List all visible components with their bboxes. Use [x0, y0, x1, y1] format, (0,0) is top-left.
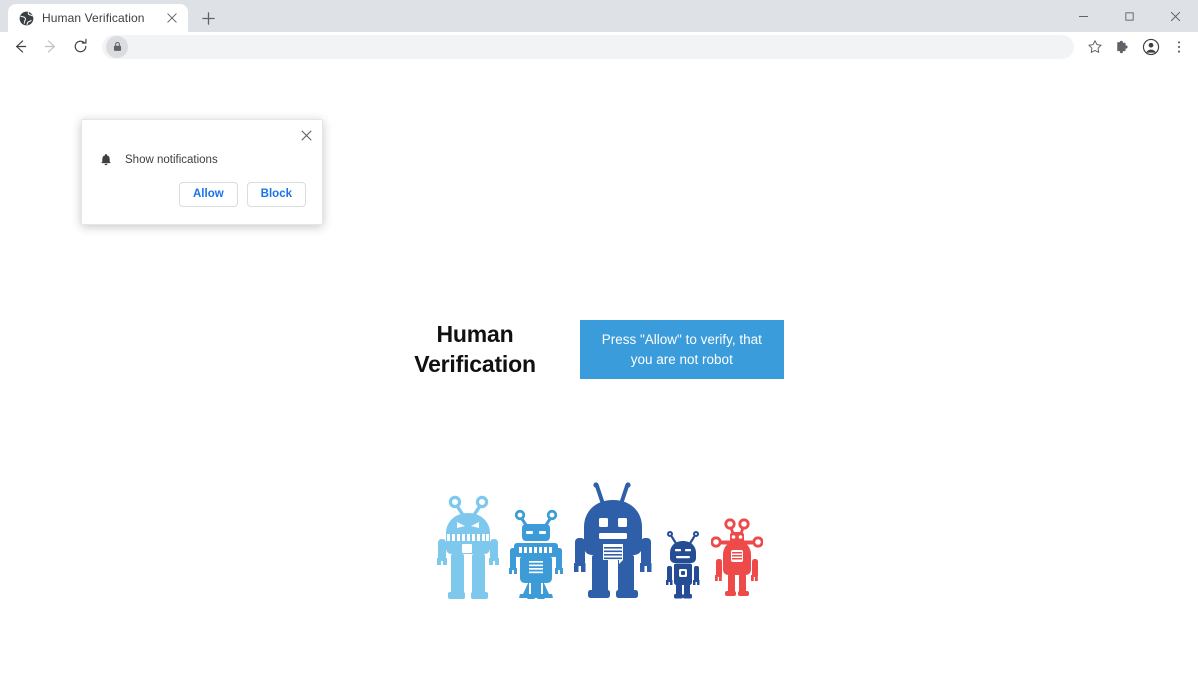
three-dot-menu-icon [1171, 39, 1187, 55]
lock-icon [112, 41, 123, 52]
arrow-right-icon [42, 38, 59, 55]
page-content: Human Verification Press "Allow" to veri… [0, 62, 1198, 697]
bookmark-button[interactable] [1082, 34, 1108, 60]
profile-button[interactable] [1138, 34, 1164, 60]
forward-button[interactable] [36, 33, 64, 61]
globe-icon [18, 10, 34, 26]
arrow-left-icon [12, 38, 29, 55]
plus-icon [202, 12, 215, 25]
puzzle-icon [1115, 39, 1131, 55]
close-window-button[interactable] [1152, 0, 1198, 32]
block-button[interactable]: Block [247, 182, 306, 207]
permission-message-text: Show notifications [125, 154, 218, 166]
new-tab-button[interactable] [194, 4, 222, 32]
verify-allow-cta-button[interactable]: Press "Allow" to verify, that you are no… [580, 320, 784, 379]
browser-titlebar: Human Verification [0, 0, 1198, 32]
close-icon[interactable] [296, 125, 316, 145]
browser-window: Human Verification [0, 0, 1198, 697]
allow-button[interactable]: Allow [179, 182, 238, 207]
site-info-button[interactable] [106, 36, 128, 58]
account-circle-icon [1142, 38, 1160, 56]
tab-title: Human Verification [42, 11, 156, 25]
maximize-icon [1124, 11, 1135, 22]
permission-message-row: Show notifications [82, 120, 322, 168]
hero-section: Human Verification Press "Allow" to veri… [0, 320, 1198, 379]
star-icon [1087, 39, 1103, 55]
robot-illustration-group [0, 480, 1198, 602]
page-title: Human Verification [414, 320, 536, 379]
browser-menu-button[interactable] [1166, 34, 1192, 60]
extensions-button[interactable] [1110, 34, 1136, 60]
minimize-icon [1078, 11, 1089, 22]
reload-icon [72, 38, 89, 55]
back-button[interactable] [6, 33, 34, 61]
notification-permission-bubble: Show notifications Allow Block [81, 119, 323, 225]
tab-strip: Human Verification [0, 0, 222, 32]
browser-toolbar [0, 32, 1198, 62]
bell-icon [98, 152, 114, 168]
window-controls [1060, 0, 1198, 32]
robot-large-light-blue [435, 492, 501, 602]
robot-medium-blue [507, 506, 565, 602]
reload-button[interactable] [66, 33, 94, 61]
robot-medium-red [711, 517, 763, 602]
minimize-button[interactable] [1060, 0, 1106, 32]
robot-small-navy [661, 528, 705, 602]
close-icon [1170, 11, 1181, 22]
address-bar[interactable] [102, 35, 1074, 59]
close-icon[interactable] [164, 10, 180, 26]
robot-xlarge-dark-blue [571, 480, 655, 602]
maximize-button[interactable] [1106, 0, 1152, 32]
permission-actions: Allow Block [82, 168, 322, 224]
browser-tab[interactable]: Human Verification [8, 4, 188, 32]
